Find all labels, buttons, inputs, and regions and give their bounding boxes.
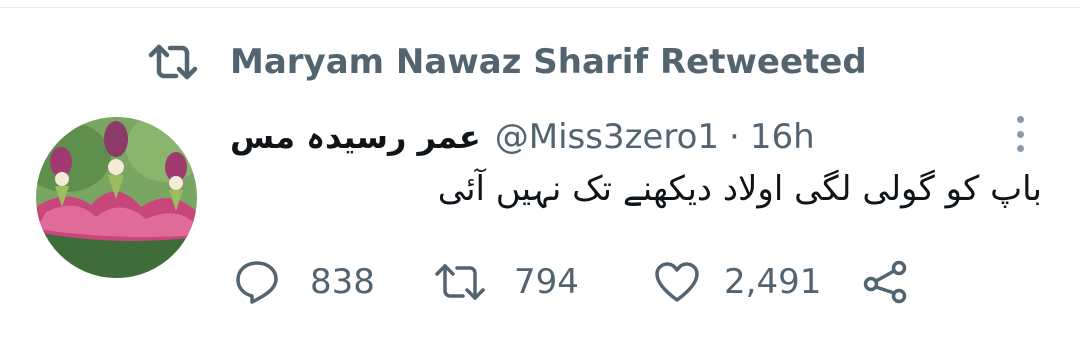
share-button[interactable] [863,260,909,304]
display-name[interactable]: عمر رسیدہ مس [230,118,481,156]
retweet-banner: Maryam Nawaz Sharif Retweeted [148,42,867,82]
reply-count: 838 [310,262,375,302]
action-bar: 838 794 2,491 [234,256,909,308]
divider [0,7,1080,8]
retweet-label[interactable]: Maryam Nawaz Sharif Retweeted [230,42,867,82]
user-handle[interactable]: @Miss3zero1 [495,117,719,157]
retweet-button[interactable]: 794 [434,260,654,304]
timestamp[interactable]: 16h [750,117,815,157]
tweet[interactable]: Maryam Nawaz Sharif Retweeted عمر رسیدہ … [0,0,1080,340]
retweet-icon [434,260,486,304]
like-button[interactable]: 2,491 [654,261,821,303]
more-dot-icon [1016,145,1024,152]
tweet-text: باپ کو گولی لگی اولاد دیکھنے تک نہیں آئی [437,169,1042,209]
like-icon [654,261,700,303]
more-dot-icon [1016,130,1024,138]
separator-dot: · [729,117,740,157]
avatar[interactable] [36,117,197,278]
reply-button[interactable]: 838 [234,259,434,305]
retweet-count: 794 [514,262,579,302]
like-count: 2,491 [724,262,822,302]
more-options-button[interactable] [1008,114,1032,154]
reply-icon [234,259,280,305]
share-icon [863,260,909,304]
more-dot-icon [1016,116,1024,123]
retweet-icon [148,41,198,83]
tweet-header: عمر رسیدہ مس @Miss3zero1 · 16h [230,112,815,162]
